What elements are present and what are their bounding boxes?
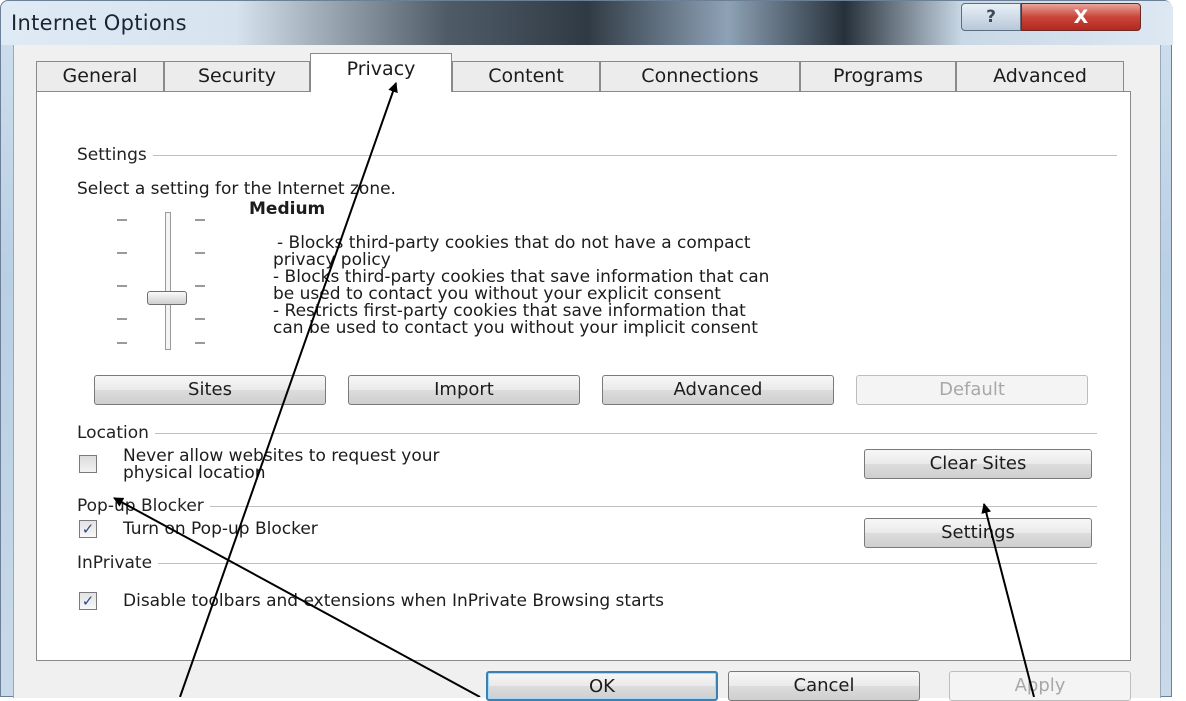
tab-connections[interactable]: Connections xyxy=(600,61,800,91)
privacy-panel: Settings Select a setting for the Intern… xyxy=(36,91,1131,661)
slider-tick xyxy=(117,285,127,287)
popup-blocker-checkbox[interactable]: ✓ xyxy=(79,520,97,538)
slider-tick xyxy=(117,219,127,221)
settings-prompt: Select a setting for the Internet zone. xyxy=(77,179,396,199)
internet-options-window: Internet Options ? X General Security Pr… xyxy=(0,0,1173,701)
location-group-label: Location xyxy=(77,423,155,443)
title-bar: Internet Options ? X xyxy=(1,1,1173,45)
settings-group-label: Settings xyxy=(77,145,153,165)
popup-group-label: Pop-up Blocker xyxy=(77,496,210,516)
tab-security[interactable]: Security xyxy=(164,61,310,91)
inprivate-divider xyxy=(77,563,1097,564)
close-button[interactable]: X xyxy=(1021,3,1141,31)
privacy-slider-track[interactable] xyxy=(165,212,171,350)
location-divider xyxy=(77,433,1097,434)
privacy-slider-thumb[interactable] xyxy=(147,291,187,305)
popup-settings-button[interactable]: Settings xyxy=(864,518,1092,548)
import-button[interactable]: Import xyxy=(348,375,580,405)
disable-toolbars-label: Disable toolbars and extensions when InP… xyxy=(123,591,664,611)
privacy-level-label: Medium xyxy=(249,199,326,219)
slider-tick xyxy=(117,318,127,320)
tab-advanced[interactable]: Advanced xyxy=(956,61,1124,91)
popup-blocker-label: Turn on Pop-up Blocker xyxy=(123,519,318,539)
sites-button[interactable]: Sites xyxy=(94,375,326,405)
description-line: can be used to contact you without your … xyxy=(273,318,758,338)
tab-privacy[interactable]: Privacy xyxy=(310,53,452,92)
slider-tick xyxy=(195,285,205,287)
disable-toolbars-checkbox[interactable]: ✓ xyxy=(79,592,97,610)
never-allow-location-label-line2: physical location xyxy=(123,463,266,483)
slider-tick xyxy=(195,252,205,254)
slider-tick xyxy=(195,219,205,221)
settings-divider xyxy=(77,155,1117,156)
tab-content[interactable]: Content xyxy=(452,61,600,91)
window-title: Internet Options xyxy=(11,11,187,35)
clear-sites-button[interactable]: Clear Sites xyxy=(864,449,1092,479)
advanced-button[interactable]: Advanced xyxy=(602,375,834,405)
dialog-footer: OK Cancel Apply xyxy=(14,661,1160,701)
slider-tick xyxy=(195,342,205,344)
inprivate-group-label: InPrivate xyxy=(77,553,159,573)
help-button[interactable]: ? xyxy=(961,3,1021,31)
dialog-body: General Security Privacy Content Connect… xyxy=(13,45,1161,701)
never-allow-location-checkbox[interactable] xyxy=(79,455,97,473)
slider-tick xyxy=(117,252,127,254)
popup-divider xyxy=(77,506,1097,507)
tab-general[interactable]: General xyxy=(36,61,164,91)
tab-programs[interactable]: Programs xyxy=(800,61,956,91)
default-button[interactable]: Default xyxy=(856,375,1088,405)
slider-tick xyxy=(195,318,205,320)
slider-tick xyxy=(117,342,127,344)
